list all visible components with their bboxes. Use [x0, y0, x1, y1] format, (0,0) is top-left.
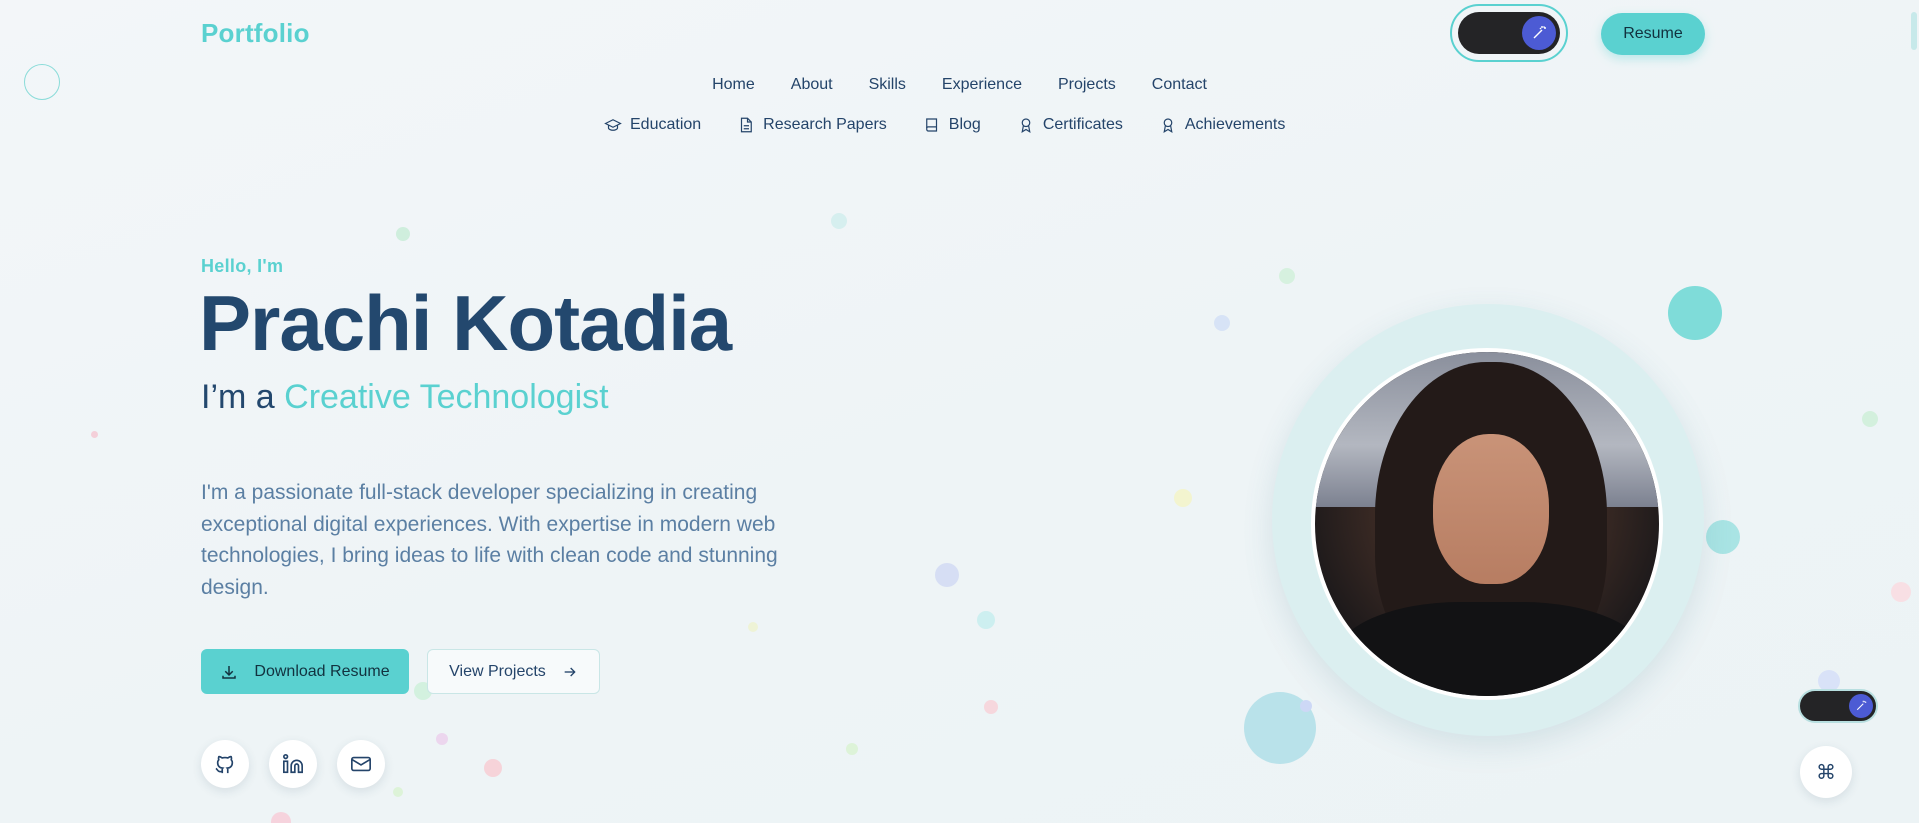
award-icon — [1021, 118, 1031, 133]
download-resume-label: Download Resume — [254, 662, 390, 680]
command-palette-button[interactable]: ⌘ — [1800, 746, 1852, 798]
linkedin-link[interactable] — [269, 740, 317, 788]
nav-certificates-label: Certificates — [1042, 116, 1123, 133]
magic-wand-icon — [1849, 694, 1873, 718]
primary-nav: Home About Skills Experience Projects Co… — [0, 76, 1919, 94]
scrollbar-thumb[interactable] — [1911, 12, 1917, 50]
nav-home[interactable]: Home — [712, 76, 755, 94]
nav-blog-label: Blog — [948, 116, 981, 133]
award-icon — [1163, 118, 1173, 133]
mail-icon — [351, 756, 371, 772]
hero-bio: I'm a passionate full-stack developer sp… — [201, 481, 778, 599]
magic-wand-icon — [1522, 16, 1556, 50]
book-icon — [925, 118, 937, 132]
secondary-nav: Education Research Papers Blog Certifica… — [604, 116, 1285, 134]
nav-projects[interactable]: Projects — [1058, 76, 1116, 94]
github-link[interactable] — [201, 740, 249, 788]
nav-education[interactable]: Education — [604, 116, 701, 134]
nav-skills[interactable]: Skills — [869, 76, 906, 94]
hero-role: I’m a Creative Technologist — [201, 378, 609, 417]
nav-achievements-label: Achievements — [1184, 116, 1286, 133]
profile-photo — [1311, 348, 1663, 700]
hero-greeting: Hello, I'm — [201, 256, 284, 276]
nav-certificates[interactable]: Certificates — [1017, 116, 1123, 134]
view-projects-label: View Projects — [449, 662, 546, 680]
download-resume-button[interactable]: Download Resume — [201, 649, 409, 694]
nav-experience[interactable]: Experience — [942, 76, 1022, 94]
site-logo[interactable]: Portfolio — [201, 18, 310, 49]
nav-about[interactable]: About — [791, 76, 833, 94]
nav-research-papers[interactable]: Research Papers — [737, 116, 887, 134]
floating-theme-toggle[interactable] — [1798, 689, 1878, 723]
hero-role-prefix: I’m a — [201, 378, 275, 416]
theme-toggle[interactable] — [1450, 4, 1568, 62]
graduation-cap-icon — [604, 119, 622, 131]
download-icon — [222, 665, 237, 679]
theme-toggle-track[interactable] — [1458, 12, 1560, 54]
nav-education-label: Education — [630, 116, 702, 133]
page-scrollbar[interactable] — [1908, 0, 1919, 823]
linkedin-icon — [283, 754, 303, 774]
nav-blog[interactable]: Blog — [923, 116, 981, 134]
email-link[interactable] — [337, 740, 385, 788]
github-icon — [215, 755, 234, 774]
nav-achievements[interactable]: Achievements — [1159, 116, 1286, 134]
view-projects-button[interactable]: View Projects — [427, 649, 600, 694]
hero-name: Prachi Kotadia — [199, 279, 732, 367]
resume-button[interactable]: Resume — [1601, 13, 1705, 55]
hero-role-accent: Creative Technologist — [284, 378, 609, 416]
document-icon — [741, 117, 753, 133]
nav-research-papers-label: Research Papers — [763, 116, 887, 133]
nav-contact[interactable]: Contact — [1152, 76, 1207, 94]
arrow-right-icon — [564, 667, 576, 676]
